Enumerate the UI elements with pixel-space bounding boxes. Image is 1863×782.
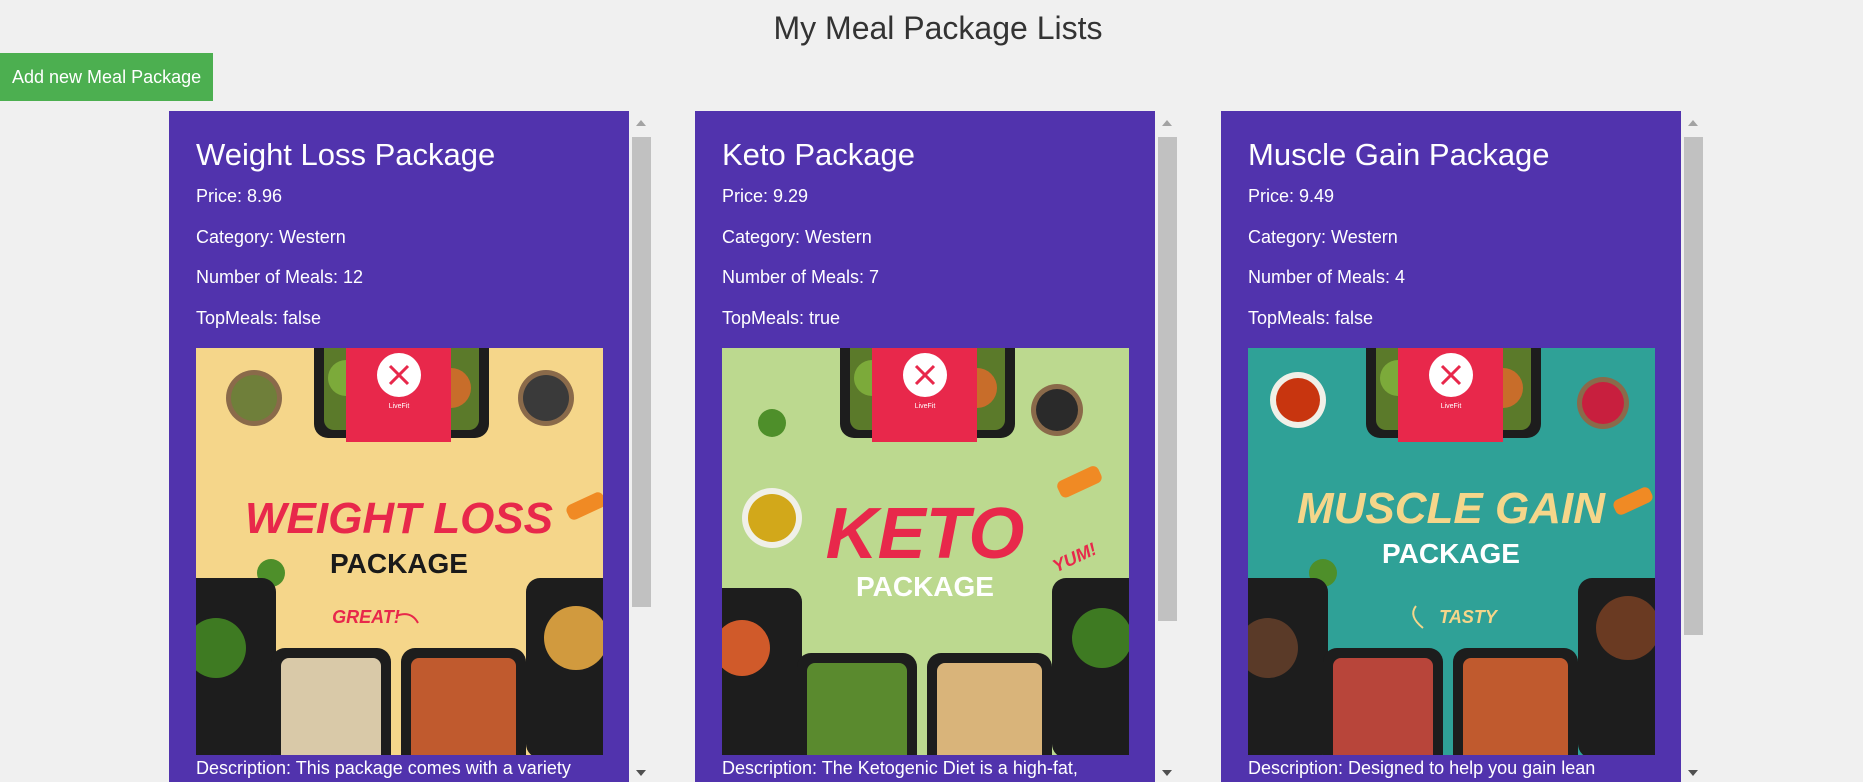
svg-text:PACKAGE: PACKAGE bbox=[330, 548, 468, 579]
package-description: Description: The Ketogenic Diet is a hig… bbox=[722, 758, 1078, 778]
package-price: Price: 9.29 bbox=[722, 186, 809, 206]
keto-package-image: LiveFit KETO PACKAGE YUM! bbox=[722, 348, 1129, 755]
muscle-gain-package-image: LiveFit MUSCLE GAIN PACKAGE TASTY bbox=[1248, 348, 1655, 755]
package-category: Category: Western bbox=[1248, 226, 1398, 247]
svg-text:LiveFit: LiveFit bbox=[915, 403, 936, 410]
scroll-down-arrow-icon[interactable] bbox=[1162, 770, 1172, 776]
package-name: Keto Package bbox=[722, 137, 916, 172]
scroll-down-arrow-icon[interactable] bbox=[636, 770, 646, 776]
scroll-up-arrow-icon[interactable] bbox=[636, 120, 646, 126]
package-topmeals: TopMeals: false bbox=[1248, 307, 1374, 328]
package-category: Category: Western bbox=[722, 226, 872, 247]
scrollbar-thumb[interactable] bbox=[1158, 137, 1177, 621]
package-price: Price: 8.96 bbox=[196, 186, 283, 206]
page-title: My Meal Package Lists bbox=[773, 10, 1103, 46]
scroll-down-arrow-icon[interactable] bbox=[1688, 770, 1698, 776]
svg-text:PACKAGE: PACKAGE bbox=[1382, 538, 1520, 569]
scroll-up-arrow-icon[interactable] bbox=[1688, 120, 1698, 126]
package-category: Category: Western bbox=[196, 226, 346, 247]
package-image: LiveFit MUSCLE GAIN PACKAGE TASTY bbox=[1248, 348, 1655, 755]
package-card-body: Weight Loss Package Price: 8.96 Category… bbox=[169, 111, 629, 782]
package-card-body: Muscle Gain Package Price: 9.49 Category… bbox=[1221, 111, 1681, 782]
package-card-body: Keto Package Price: 9.29 Category: Weste… bbox=[695, 111, 1155, 782]
svg-text:KETO: KETO bbox=[826, 494, 1025, 574]
package-card-weight-loss: Weight Loss Package Price: 8.96 Category… bbox=[169, 111, 652, 782]
svg-text:WEIGHT LOSS: WEIGHT LOSS bbox=[245, 494, 553, 543]
package-image: LiveFit WEIGHT LOSS PACKAGE GREAT! bbox=[196, 348, 603, 755]
svg-text:LiveFit: LiveFit bbox=[1441, 403, 1462, 410]
package-description: Description: Designed to help you gain l… bbox=[1248, 758, 1596, 778]
scrollbar-thumb[interactable] bbox=[1684, 137, 1703, 635]
package-price: Price: 9.49 bbox=[1248, 186, 1335, 206]
scrollbar-thumb[interactable] bbox=[632, 137, 651, 607]
package-image: LiveFit KETO PACKAGE YUM! bbox=[722, 348, 1129, 755]
weight-loss-package-image: LiveFit WEIGHT LOSS PACKAGE GREAT! bbox=[196, 348, 603, 755]
package-meal-count: Number of Meals: 4 bbox=[1248, 267, 1406, 287]
package-meal-count: Number of Meals: 12 bbox=[196, 267, 364, 287]
package-card-keto: Keto Package Price: 9.29 Category: Weste… bbox=[695, 111, 1178, 782]
card-scrollbar[interactable] bbox=[1156, 111, 1178, 782]
package-card-muscle-gain: Muscle Gain Package Price: 9.49 Category… bbox=[1221, 111, 1704, 782]
scroll-up-arrow-icon[interactable] bbox=[1162, 120, 1172, 126]
package-name: Weight Loss Package bbox=[196, 137, 496, 172]
svg-text:LiveFit: LiveFit bbox=[389, 403, 410, 410]
add-meal-package-button[interactable]: Add new Meal Package bbox=[0, 53, 214, 101]
svg-text:PACKAGE: PACKAGE bbox=[856, 571, 994, 602]
card-scrollbar[interactable] bbox=[1682, 111, 1704, 782]
package-topmeals: TopMeals: false bbox=[196, 307, 322, 328]
package-topmeals: TopMeals: true bbox=[722, 307, 841, 328]
package-meal-count: Number of Meals: 7 bbox=[722, 267, 880, 287]
svg-text:GREAT!: GREAT! bbox=[332, 607, 400, 627]
svg-text:TASTY: TASTY bbox=[1439, 607, 1499, 627]
card-scrollbar[interactable] bbox=[630, 111, 652, 782]
svg-text:MUSCLE GAIN: MUSCLE GAIN bbox=[1297, 484, 1606, 533]
package-name: Muscle Gain Package bbox=[1248, 137, 1550, 172]
package-description: Description: This package comes with a v… bbox=[196, 758, 571, 778]
